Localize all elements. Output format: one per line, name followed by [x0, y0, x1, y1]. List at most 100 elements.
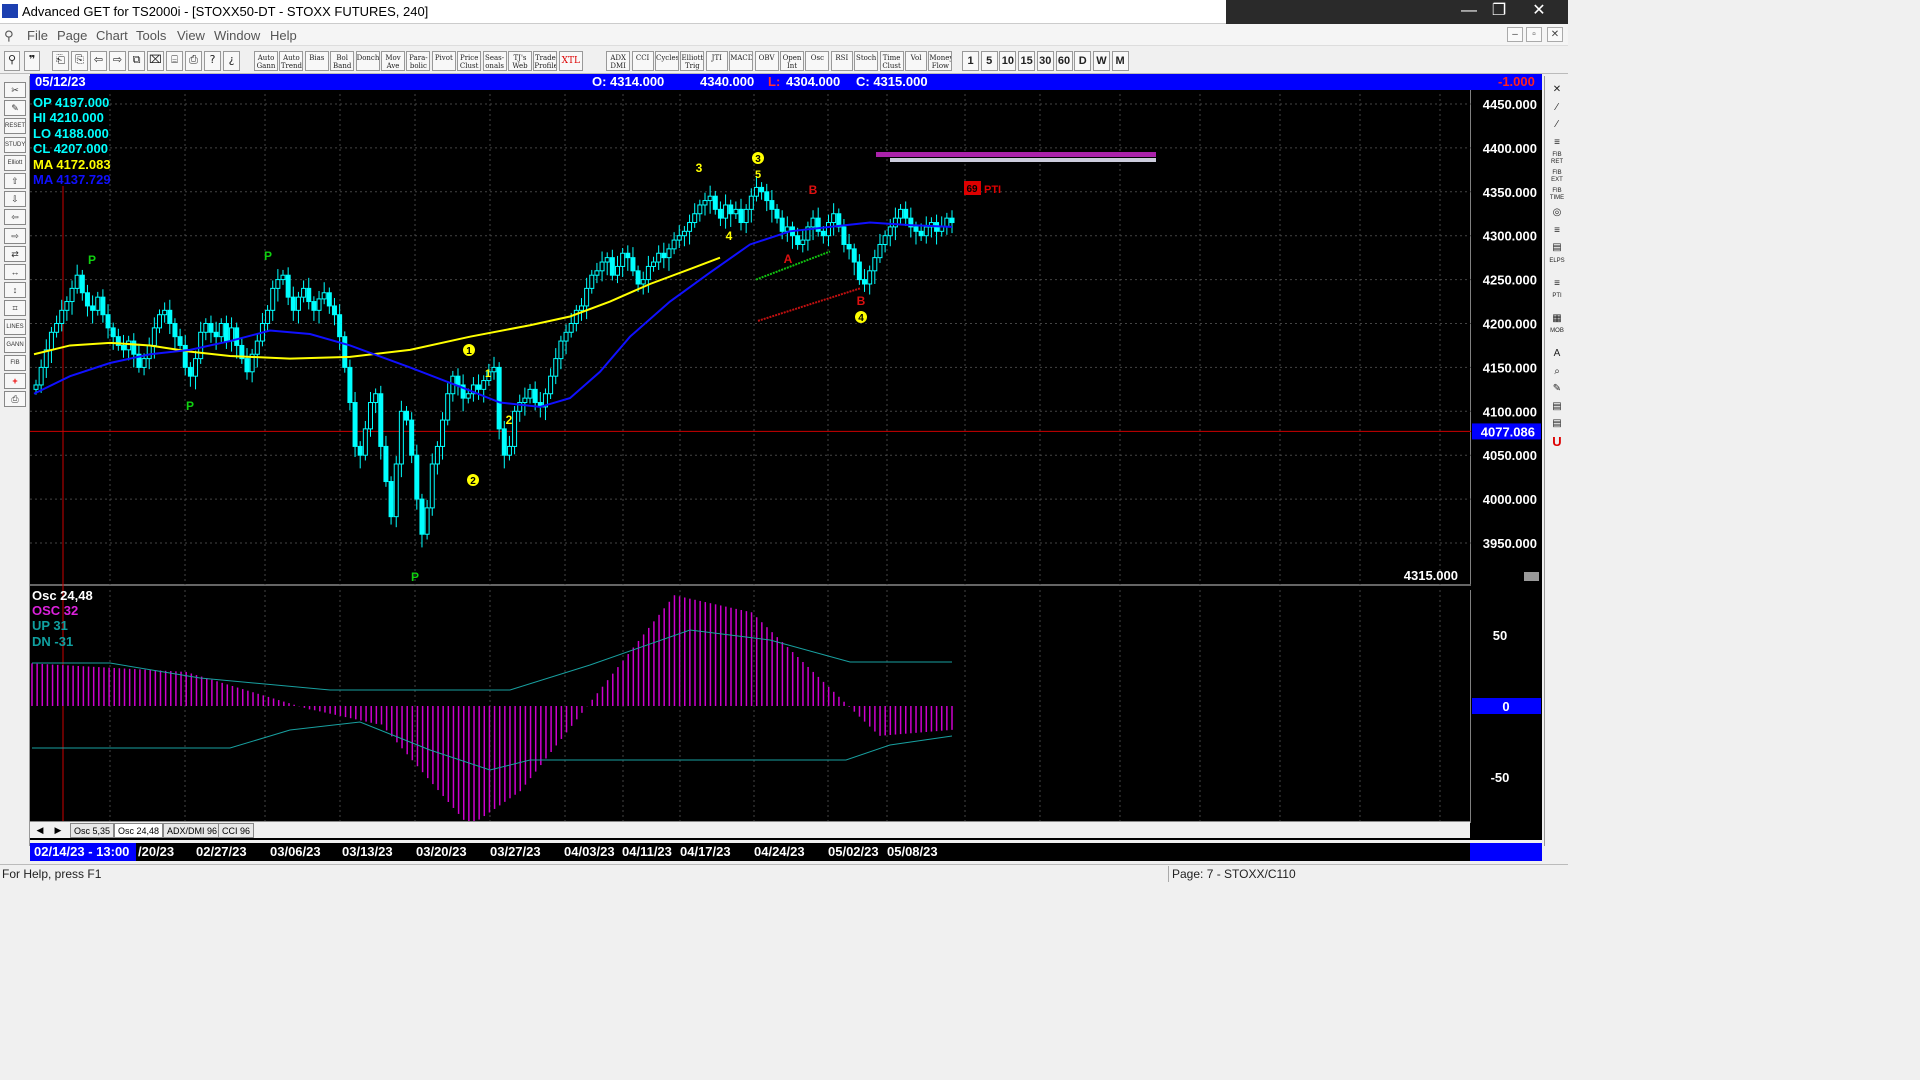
left-tool-6[interactable]: ⇩: [4, 191, 26, 208]
study-button-donch[interactable]: Donch: [355, 51, 380, 71]
timeframe-button-1[interactable]: 1: [962, 51, 979, 71]
menu-chart[interactable]: Chart: [96, 28, 128, 43]
study-button-para-bolic[interactable]: Para- bolic: [406, 51, 431, 71]
study-button-vol[interactable]: Vol: [905, 51, 927, 71]
left-tool-3[interactable]: STUDY: [4, 136, 26, 153]
toolbar-icon-button[interactable]: ⧉: [128, 51, 145, 71]
timeframe-button-60[interactable]: 60: [1055, 51, 1073, 71]
minimize-button[interactable]: —: [1452, 0, 1486, 22]
study-button-jti[interactable]: JTI: [705, 51, 728, 71]
left-tool-15[interactable]: FIB: [4, 355, 26, 371]
study-button-xtl[interactable]: XTL: [558, 51, 583, 71]
right-tool-8[interactable]: ≡: [1548, 223, 1566, 238]
study-button-auto-gann[interactable]: Auto Gann: [254, 51, 278, 71]
right-tool-11[interactable]: ≡: [1548, 276, 1566, 291]
right-tool-7[interactable]: ◎: [1548, 205, 1566, 220]
chart-area[interactable]: 4450.000 4400.000 4350.000 4300.000 4250.000…: [30, 90, 1542, 840]
study-button-trade-profile[interactable]: Trade Profile: [533, 51, 558, 71]
menu-file[interactable]: File: [27, 28, 48, 43]
timeframe-button-w[interactable]: W: [1092, 51, 1110, 71]
toolbar-icon-button[interactable]: ⇦: [90, 51, 107, 71]
pin-icon[interactable]: ⚲: [4, 28, 14, 44]
study-button-bias[interactable]: Bias: [304, 51, 329, 71]
menu-page[interactable]: Page: [57, 28, 87, 43]
right-tool-3[interactable]: ≡: [1548, 135, 1566, 150]
left-tool-4[interactable]: Elliott: [4, 154, 26, 171]
right-tool-15[interactable]: A: [1548, 346, 1566, 361]
toolbar-icon-button[interactable]: ⎘: [71, 51, 88, 71]
right-tool-10[interactable]: ELPS: [1548, 258, 1566, 273]
timeframe-button-15[interactable]: 15: [1018, 51, 1036, 71]
right-tool-19[interactable]: ▤: [1548, 416, 1566, 431]
right-tool-4[interactable]: FIB RET: [1548, 152, 1566, 167]
toolbar-icon-button[interactable]: ⇨: [109, 51, 126, 71]
right-tool-2[interactable]: ∕: [1548, 117, 1566, 132]
menu-window[interactable]: Window: [214, 28, 260, 43]
child-minimize-button[interactable]: –: [1507, 27, 1523, 42]
toolbar-icon-button[interactable]: ¿: [223, 51, 240, 71]
left-tool-2[interactable]: RESET: [4, 118, 26, 135]
left-tool-1[interactable]: ✎: [4, 100, 26, 117]
child-close-button[interactable]: ✕: [1547, 27, 1563, 42]
study-button-rsi[interactable]: RSI: [830, 51, 853, 71]
left-tool-11[interactable]: ↕: [4, 282, 26, 299]
menu-help[interactable]: Help: [270, 28, 297, 43]
toolbar-icon-button[interactable]: ?: [204, 51, 221, 71]
right-tool-6[interactable]: FIB TIME: [1548, 188, 1566, 203]
toolbar-quote-icon[interactable]: ❞: [24, 51, 40, 71]
left-tool-12[interactable]: ⌗: [4, 300, 26, 317]
study-button-cycles[interactable]: Cycles: [655, 51, 679, 71]
right-tool-9[interactable]: ▤: [1548, 240, 1566, 255]
left-tool-5[interactable]: ⇧: [4, 173, 26, 189]
menu-tools[interactable]: Tools: [136, 28, 166, 43]
right-tool-5[interactable]: FIB EXT: [1548, 170, 1566, 185]
study-button-tj-s-web[interactable]: TJ's Web: [508, 51, 532, 71]
study-button-obv[interactable]: OBV: [754, 51, 779, 71]
study-button-bol-band[interactable]: Bol Band: [330, 51, 355, 71]
study-button-auto-trend[interactable]: Auto Trend: [279, 51, 304, 71]
tab-cci-96[interactable]: CCI 96: [218, 823, 255, 838]
right-tool-13[interactable]: ▦: [1548, 311, 1566, 326]
study-button-open-int[interactable]: Open Int: [780, 51, 804, 71]
study-button-stoch[interactable]: Stoch: [854, 51, 879, 71]
left-tool-14[interactable]: GANN: [4, 336, 26, 353]
study-button-pivot[interactable]: Pivot: [431, 51, 456, 71]
toolbar-pin-icon[interactable]: ⚲: [4, 51, 20, 71]
chart-canvas[interactable]: 4450.000 4400.000 4350.000 4300.000 4250.000…: [30, 90, 1542, 840]
tab-osc-24-48[interactable]: Osc 24,48: [114, 823, 164, 838]
left-tool-17[interactable]: ⎙: [4, 391, 26, 408]
right-tool-20[interactable]: U: [1548, 434, 1566, 449]
timeframe-button-30[interactable]: 30: [1036, 51, 1054, 71]
right-tool-17[interactable]: ✎: [1548, 381, 1566, 396]
right-tool-18[interactable]: ▤: [1548, 399, 1566, 414]
left-tool-0[interactable]: ✂: [4, 82, 26, 98]
left-tool-13[interactable]: LINES: [4, 318, 26, 335]
study-button-macd[interactable]: MACD: [729, 51, 754, 71]
right-tool-16[interactable]: ⌕: [1548, 364, 1566, 379]
menu-view[interactable]: View: [177, 28, 205, 43]
child-restore-button[interactable]: ▫: [1526, 27, 1542, 42]
left-tool-8[interactable]: ⇨: [4, 227, 26, 244]
timeframe-button-10[interactable]: 10: [999, 51, 1017, 71]
tab-scroll-left-icon[interactable]: ◀: [34, 824, 46, 837]
toolbar-icon-button[interactable]: ⌸: [166, 51, 183, 71]
timeframe-button-5[interactable]: 5: [980, 51, 998, 71]
toolbar-icon-button[interactable]: ⌧: [147, 51, 164, 71]
study-button-mov-ave[interactable]: Mov Ave: [381, 51, 405, 71]
close-button[interactable]: ✕: [1522, 0, 1556, 22]
tab-scroll-right-icon[interactable]: ▶: [52, 824, 64, 837]
right-tool-12[interactable]: PTI: [1548, 293, 1566, 308]
study-button-cci[interactable]: CCI: [631, 51, 654, 71]
study-button-price-clust[interactable]: Price Clust: [457, 51, 482, 71]
maximize-button[interactable]: ❐: [1482, 0, 1516, 22]
study-button-osc[interactable]: Osc: [805, 51, 830, 71]
timeframe-button-m[interactable]: M: [1111, 51, 1129, 71]
left-tool-16[interactable]: +: [4, 373, 26, 390]
toolbar-icon-button[interactable]: ⎗: [52, 51, 69, 71]
left-tool-10[interactable]: ↔: [4, 264, 26, 280]
right-tool-14[interactable]: MOB: [1548, 328, 1566, 343]
toolbar-icon-button[interactable]: ⎙: [185, 51, 202, 71]
study-button-time-clust[interactable]: Time Clust: [879, 51, 904, 71]
left-tool-7[interactable]: ⇦: [4, 209, 26, 226]
study-button-seas-onals[interactable]: Seas- onals: [482, 51, 507, 71]
